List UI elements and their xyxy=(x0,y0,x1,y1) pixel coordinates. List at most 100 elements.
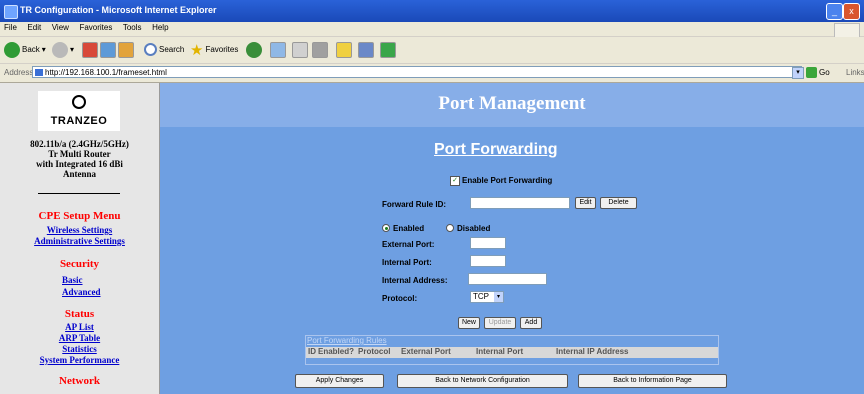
favorites-button[interactable]: ★ Favorites xyxy=(190,41,238,59)
chevron-down-icon: ▾ xyxy=(494,292,503,302)
forward-rule-id-label: Forward Rule ID: xyxy=(382,200,447,209)
sidebar-item-statistics[interactable]: Statistics xyxy=(0,344,159,354)
forward-rule-id-input[interactable] xyxy=(470,197,570,209)
window-titlebar[interactable]: TR Configuration - Microsoft Internet Ex… xyxy=(0,0,864,22)
disabled-radio[interactable] xyxy=(446,224,454,232)
refresh-icon xyxy=(100,41,116,58)
new-button[interactable]: New xyxy=(458,317,480,329)
stop-icon xyxy=(82,41,98,58)
internal-address-label: Internal Address: xyxy=(382,276,448,285)
discuss-button[interactable] xyxy=(358,41,374,58)
history-button[interactable] xyxy=(270,41,286,58)
edit-page-button[interactable] xyxy=(336,41,352,58)
back-arrow-icon xyxy=(4,41,20,58)
enabled-radio[interactable] xyxy=(382,224,390,232)
tranzeo-logo: TRANZEO xyxy=(38,91,120,131)
go-button[interactable]: Go xyxy=(806,66,830,79)
column-protocol: Protocol xyxy=(358,347,391,356)
go-arrow-icon xyxy=(806,67,817,78)
back-to-network-button[interactable]: Back to Network Configuration xyxy=(397,374,568,388)
cpe-menu-heading: CPE Setup Menu xyxy=(38,210,121,222)
internal-port-label: Internal Port: xyxy=(382,258,432,267)
external-port-label: External Port: xyxy=(382,240,435,249)
menu-favorites[interactable]: Favorites xyxy=(75,22,116,33)
enable-port-forwarding-label: Enable Port Forwarding xyxy=(462,176,553,185)
sidebar-item-basic[interactable]: Basic xyxy=(62,275,83,285)
protocol-select[interactable]: TCP ▾ xyxy=(470,291,504,303)
apply-changes-button[interactable]: Apply Changes xyxy=(295,374,384,388)
forward-arrow-icon xyxy=(52,41,68,58)
external-port-input[interactable] xyxy=(470,237,506,249)
print-button[interactable] xyxy=(312,41,328,58)
protocol-label: Protocol: xyxy=(382,294,418,303)
enable-port-forwarding-checkbox[interactable]: ✓ xyxy=(450,176,460,186)
delete-button[interactable]: Delete xyxy=(600,197,637,209)
page-icon xyxy=(35,69,43,76)
rules-table-title: Port Forwarding Rules xyxy=(307,336,387,345)
status-heading: Status xyxy=(64,308,95,320)
star-icon: ★ xyxy=(190,41,204,59)
logo-text: TRANZEO xyxy=(50,115,108,127)
sidebar-item-administrative-settings[interactable]: Administrative Settings xyxy=(0,236,159,246)
internal-port-input[interactable] xyxy=(470,255,506,267)
mail-button[interactable] xyxy=(292,41,308,58)
disabled-label: Disabled xyxy=(457,224,491,233)
menu-help[interactable]: Help xyxy=(148,22,172,33)
menu-view[interactable]: View xyxy=(48,22,73,33)
menu-file[interactable]: File xyxy=(0,22,21,33)
column-external-port: External Port xyxy=(401,347,451,356)
media-icon xyxy=(246,41,262,58)
sidebar: TRANZEO 802.11b/a (2.4GHz/5GHz) Tr Multi… xyxy=(0,83,160,394)
address-label: Address xyxy=(4,68,34,77)
sidebar-item-advanced[interactable]: Advanced xyxy=(62,287,101,297)
history-icon xyxy=(270,41,286,58)
sidebar-item-arp-table[interactable]: ARP Table xyxy=(0,333,159,343)
logo-emblem-icon xyxy=(72,95,86,109)
sidebar-item-wireless-settings[interactable]: Wireless Settings xyxy=(0,225,159,235)
sidebar-divider xyxy=(38,193,120,194)
sidebar-item-ap-list[interactable]: AP List xyxy=(0,322,159,332)
window-title: TR Configuration - Microsoft Internet Ex… xyxy=(20,5,217,15)
stop-button[interactable] xyxy=(82,41,98,58)
minimize-button[interactable]: _ xyxy=(826,3,843,20)
device-description: 802.11b/a (2.4GHz/5GHz) Tr Multi Router … xyxy=(30,139,129,179)
menu-tools[interactable]: Tools xyxy=(119,22,146,33)
enabled-label: Enabled xyxy=(393,224,425,233)
ie-icon xyxy=(4,5,18,19)
refresh-button[interactable] xyxy=(100,41,116,58)
sidebar-item-system-performance[interactable]: System Performance xyxy=(0,355,159,365)
media-button[interactable] xyxy=(246,41,262,58)
print-icon xyxy=(312,41,328,58)
search-icon xyxy=(144,43,157,56)
menu-edit[interactable]: Edit xyxy=(23,22,45,33)
rules-table-header: ID Enabled? Protocol External Port Inter… xyxy=(306,347,718,358)
column-enabled: Enabled? xyxy=(318,347,355,356)
network-heading: Network xyxy=(59,375,100,387)
address-input[interactable]: http://192.168.100.1/frameset.html xyxy=(32,66,802,78)
close-button[interactable]: x xyxy=(843,3,860,20)
chevron-down-icon: ▾ xyxy=(41,45,46,54)
edit-button[interactable]: Edit xyxy=(575,197,596,209)
messenger-button[interactable] xyxy=(380,41,396,58)
add-button[interactable]: Add xyxy=(520,317,542,329)
home-button[interactable] xyxy=(118,41,134,58)
update-button[interactable]: Update xyxy=(484,317,516,329)
menu-bar: File Edit View Favorites Tools Help xyxy=(0,22,864,39)
address-dropdown-icon[interactable]: ▾ xyxy=(792,67,804,79)
folder-icon xyxy=(336,41,352,58)
back-button[interactable]: Back ▾ xyxy=(4,41,46,58)
messenger-icon xyxy=(380,41,396,58)
address-bar: Address http://192.168.100.1/frameset.ht… xyxy=(0,64,864,83)
column-internal-ip-address: Internal IP Address xyxy=(556,347,629,356)
mail-icon xyxy=(292,41,308,58)
discuss-icon xyxy=(358,41,374,58)
main-content: Port Management Port Forwarding ✓ Enable… xyxy=(160,83,864,394)
address-url: http://192.168.100.1/frameset.html xyxy=(45,68,167,77)
home-icon xyxy=(118,41,134,58)
chevron-down-icon: ▾ xyxy=(70,45,75,54)
search-button[interactable]: Search xyxy=(144,41,184,58)
back-to-information-button[interactable]: Back to Information Page xyxy=(578,374,727,388)
forward-button[interactable]: ▾ xyxy=(52,41,74,58)
links-label[interactable]: Links xyxy=(846,68,864,77)
internal-address-input[interactable] xyxy=(468,273,547,285)
